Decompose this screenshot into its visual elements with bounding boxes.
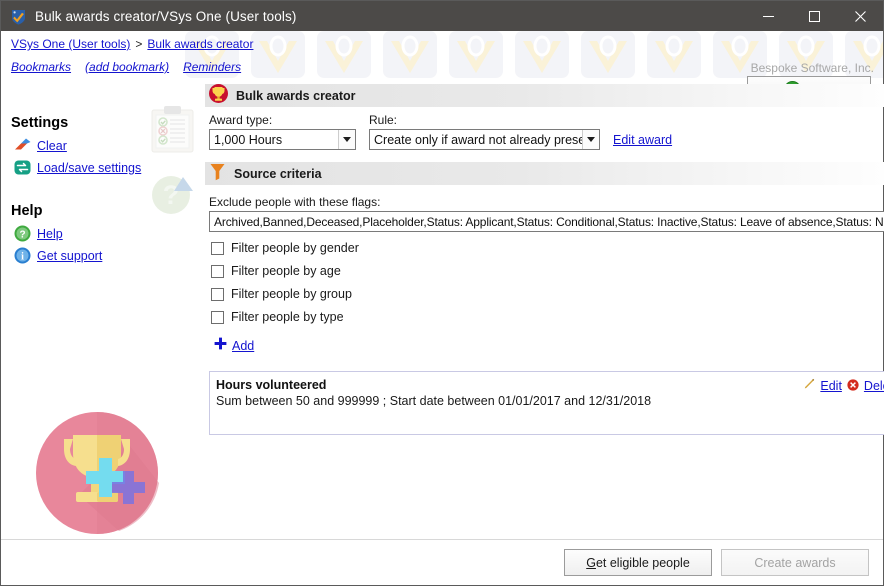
add-criteria-row[interactable]: Add [214,337,884,355]
sidebar-item-help-label[interactable]: Help [37,227,63,241]
shield-check-icon [10,8,27,25]
reminders-link[interactable]: Reminders [183,60,241,74]
maximize-button[interactable] [791,1,837,31]
add-criteria-link[interactable]: Add [232,339,254,353]
filter-gender-checkbox[interactable] [211,242,224,255]
award-type-value: 1,000 Hours [214,133,338,147]
close-button[interactable] [837,1,883,31]
exclude-flags-value: Archived,Banned,Deceased,Placeholder,Sta… [214,215,884,229]
award-type-label: Award type: [209,113,356,127]
filter-group-label: Filter people by group [231,287,352,301]
rule-value: Create only if award not already present [374,133,582,147]
pencil-icon [802,378,815,394]
plus-icon [214,337,227,355]
main-panel: Bulk awards creator Award type: 1,000 Ho… [202,84,884,539]
bulk-awards-creator-section-header: Bulk awards creator [205,84,884,107]
clipboard-checklist-watermark [149,104,196,159]
vendor-label: Bespoke Software, Inc. [751,61,874,75]
award-type-field: Award type: 1,000 Hours [209,113,356,150]
funnel-filter-icon [209,162,226,186]
filter-age-label: Filter people by age [231,264,341,278]
exclude-flags-label: Exclude people with these flags: [209,195,884,209]
bookmark-bar: Bookmarks (add bookmark) Reminders [11,60,255,74]
window-title: Bulk awards creator/VSys One (User tools… [35,9,745,24]
filter-type-label: Filter people by type [231,310,344,324]
rule-label: Rule: [369,113,600,127]
edit-award-link[interactable]: Edit award [613,133,672,150]
create-awards-label: Create awards [754,556,835,570]
filter-group-checkbox[interactable] [211,288,224,301]
eraser-icon [14,137,31,154]
award-type-select[interactable]: 1,000 Hours [209,129,356,150]
info-icon: i [14,247,31,264]
load-save-icon [14,159,31,176]
back-arrow-icon [784,81,801,84]
get-eligible-people-label: et eligible people [596,556,690,570]
window-controls [745,1,883,31]
chevron-down-icon[interactable] [582,130,599,149]
body-area: ? Settings Clear [1,84,883,539]
exclude-flags-select[interactable]: Archived,Banned,Deceased,Placeholder,Sta… [209,211,884,232]
sidebar-item-help[interactable]: ? Help [14,225,202,242]
sidebar: ? Settings Clear [1,84,202,539]
rule-select[interactable]: Create only if award not already present [369,129,600,150]
filter-type-row[interactable]: Filter people by type [211,310,884,324]
criteria-card-actions: Edit Delete [802,378,884,394]
header-band: VSys One (User tools) > Bulk awards creato… [1,31,883,84]
breadcrumb-item-bulk-awards-creator[interactable]: Bulk awards creator [147,37,253,51]
chevron-down-icon[interactable] [338,130,355,149]
filter-group-row[interactable]: Filter people by group [211,287,884,301]
sidebar-item-get-support[interactable]: i Get support [14,247,202,264]
svg-text:?: ? [19,230,25,241]
filter-type-checkbox[interactable] [211,311,224,324]
filter-age-checkbox[interactable] [211,265,224,278]
bookmarks-link[interactable]: Bookmarks [11,60,71,74]
delete-circle-icon [847,379,859,394]
criteria-edit-link[interactable]: Edit [820,379,842,393]
create-awards-button[interactable]: Create awards [721,549,869,576]
get-eligible-accel: G [586,556,596,570]
criteria-card-title: Hours volunteered [216,378,884,392]
svg-text:i: i [21,252,24,263]
title-bar: Bulk awards creator/VSys One (User tools… [1,1,883,31]
trophy-icon [209,84,228,108]
breadcrumb: VSys One (User tools) > Bulk awards creato… [11,37,253,51]
filter-gender-row[interactable]: Filter people by gender [211,241,884,255]
sidebar-item-load-save-settings-label[interactable]: Load/save settings [37,161,141,175]
svg-text:?: ? [163,180,180,210]
back-button-label: Back [806,84,835,85]
breadcrumb-item-vsys-one[interactable]: VSys One (User tools) [11,37,130,51]
sidebar-item-get-support-label[interactable]: Get support [37,249,102,263]
add-bookmark-link[interactable]: (add bookmark) [85,60,169,74]
minimize-button[interactable] [745,1,791,31]
source-criteria-title: Source criteria [234,167,322,181]
filter-gender-label: Filter people by gender [231,241,359,255]
get-eligible-people-button[interactable]: Get eligible people [564,549,712,576]
criteria-delete-link[interactable]: Delete [864,379,884,393]
question-mark-watermark: ? [151,172,194,220]
back-button[interactable]: Back [747,76,871,84]
application-window: Bulk awards creator/VSys One (User tools… [0,0,884,586]
criteria-card: Hours volunteered Sum between 50 and 999… [209,371,884,435]
source-criteria-section-header: Source criteria [205,162,884,185]
filter-age-row[interactable]: Filter people by age [211,264,884,278]
help-question-icon: ? [14,225,31,242]
sidebar-item-clear-label[interactable]: Clear [37,139,67,153]
criteria-card-summary: Sum between 50 and 999999 ; Start date b… [216,394,884,408]
award-settings-row: Award type: 1,000 Hours Rule: Create onl… [205,107,884,150]
section-title: Bulk awards creator [236,89,356,103]
trophy-badge-watermark [35,411,165,546]
rule-field: Rule: Create only if award not already p… [369,113,600,150]
breadcrumb-separator: > [134,37,143,51]
